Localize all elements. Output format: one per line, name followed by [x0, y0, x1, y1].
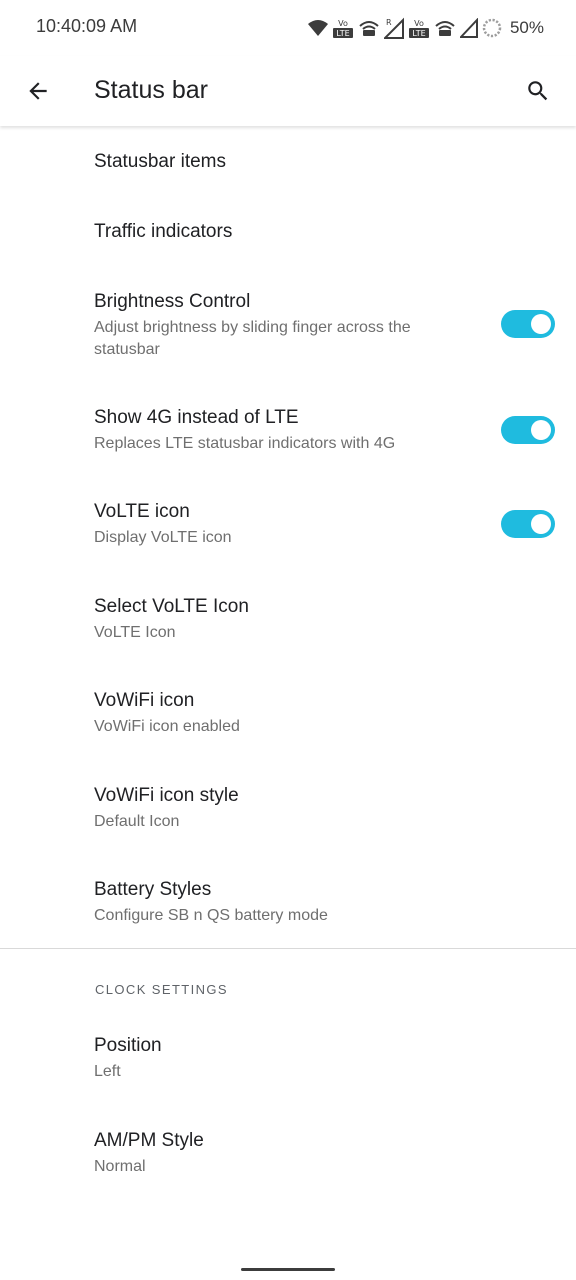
svg-text:Vo: Vo: [338, 19, 348, 28]
pref-summary: Left: [94, 1063, 121, 1080]
pref-title: Position: [94, 1035, 162, 1056]
pref-title: Battery Styles: [94, 879, 212, 900]
search-icon: [528, 81, 548, 101]
pref-summary: Display VoLTE icon: [94, 529, 232, 546]
section-header-clock: CLOCK SETTINGS: [95, 982, 229, 997]
pref-traffic-indicators[interactable]: Traffic indicators: [0, 198, 576, 266]
back-button[interactable]: [16, 69, 60, 113]
pref-statusbar-items[interactable]: Statusbar items: [0, 128, 576, 196]
battery-ring-icon: [482, 18, 502, 38]
pref-title: Select VoLTE Icon: [94, 596, 249, 617]
system-status-bar: 10:40:09 AM Vo LTE R Vo LTE 50%: [0, 0, 576, 56]
show-4g-switch[interactable]: [501, 416, 555, 444]
pref-summary: Replaces LTE statusbar indicators with 4…: [94, 435, 396, 452]
signal-icon: [459, 18, 478, 38]
pref-summary: VoLTE Icon: [94, 624, 176, 641]
pref-title: Brightness Control: [94, 291, 251, 312]
pref-title: Traffic indicators: [94, 221, 233, 242]
pref-select-volte-icon[interactable]: Select VoLTE Icon VoLTE Icon: [0, 575, 576, 665]
pref-show-4g[interactable]: Show 4G instead of LTE Replaces LTE stat…: [0, 386, 576, 476]
screen: 10:40:09 AM Vo LTE R Vo LTE 50% Status b…: [0, 0, 576, 1280]
pref-summary: Configure SB n QS battery mode: [94, 907, 328, 924]
battery-percent: 50%: [509, 18, 544, 37]
svg-text:LTE: LTE: [412, 29, 425, 38]
pref-summary: VoWiFi icon enabled: [94, 718, 240, 735]
page-title: Status bar: [94, 76, 208, 104]
roaming-signal-icon: R: [383, 17, 404, 39]
brightness-control-switch[interactable]: [501, 310, 555, 338]
pref-summary: Default Icon: [94, 813, 180, 830]
volte-icon: Vo LTE: [408, 19, 429, 38]
pref-clock-position[interactable]: Position Left: [0, 1014, 576, 1104]
pref-title: VoWiFi icon: [94, 690, 195, 711]
search-button[interactable]: [516, 69, 560, 113]
section-divider: [0, 948, 576, 949]
volte-icon: Vo LTE: [332, 19, 353, 38]
pref-summary: Adjust brightness by sliding finger acro…: [94, 319, 411, 358]
pref-title: Show 4G instead of LTE: [94, 407, 299, 428]
pref-title: Statusbar items: [94, 151, 226, 172]
switch-thumb: [531, 514, 551, 534]
svg-text:LTE: LTE: [336, 29, 349, 38]
volte-icon-switch[interactable]: [501, 510, 555, 538]
pref-ampm-style[interactable]: AM/PM Style Normal: [0, 1109, 576, 1199]
switch-thumb: [531, 420, 551, 440]
svg-text:Vo: Vo: [414, 19, 424, 28]
status-icons: Vo LTE R Vo LTE 50%: [307, 14, 544, 42]
pref-title: VoWiFi icon style: [94, 785, 239, 806]
vowifi-icon: [359, 21, 379, 36]
arrow-back-icon: [29, 82, 47, 100]
pref-volte-icon[interactable]: VoLTE icon Display VoLTE icon: [0, 480, 576, 570]
pref-battery-styles[interactable]: Battery Styles Configure SB n QS battery…: [0, 858, 576, 946]
gesture-nav-handle[interactable]: [241, 1268, 335, 1271]
pref-title: VoLTE icon: [94, 501, 190, 522]
pref-vowifi-icon[interactable]: VoWiFi icon VoWiFi icon enabled: [0, 669, 576, 759]
pref-title: AM/PM Style: [94, 1130, 204, 1151]
app-toolbar: Status bar: [0, 56, 576, 126]
pref-brightness-control[interactable]: Brightness Control Adjust brightness by …: [0, 270, 576, 382]
wifi-icon: [307, 20, 328, 36]
status-time: 10:40:09 AM: [36, 16, 138, 36]
pref-summary: Normal: [94, 1158, 146, 1175]
vowifi-icon: [435, 21, 455, 36]
svg-text:R: R: [386, 18, 392, 27]
switch-thumb: [531, 314, 551, 334]
pref-vowifi-icon-style[interactable]: VoWiFi icon style Default Icon: [0, 764, 576, 854]
